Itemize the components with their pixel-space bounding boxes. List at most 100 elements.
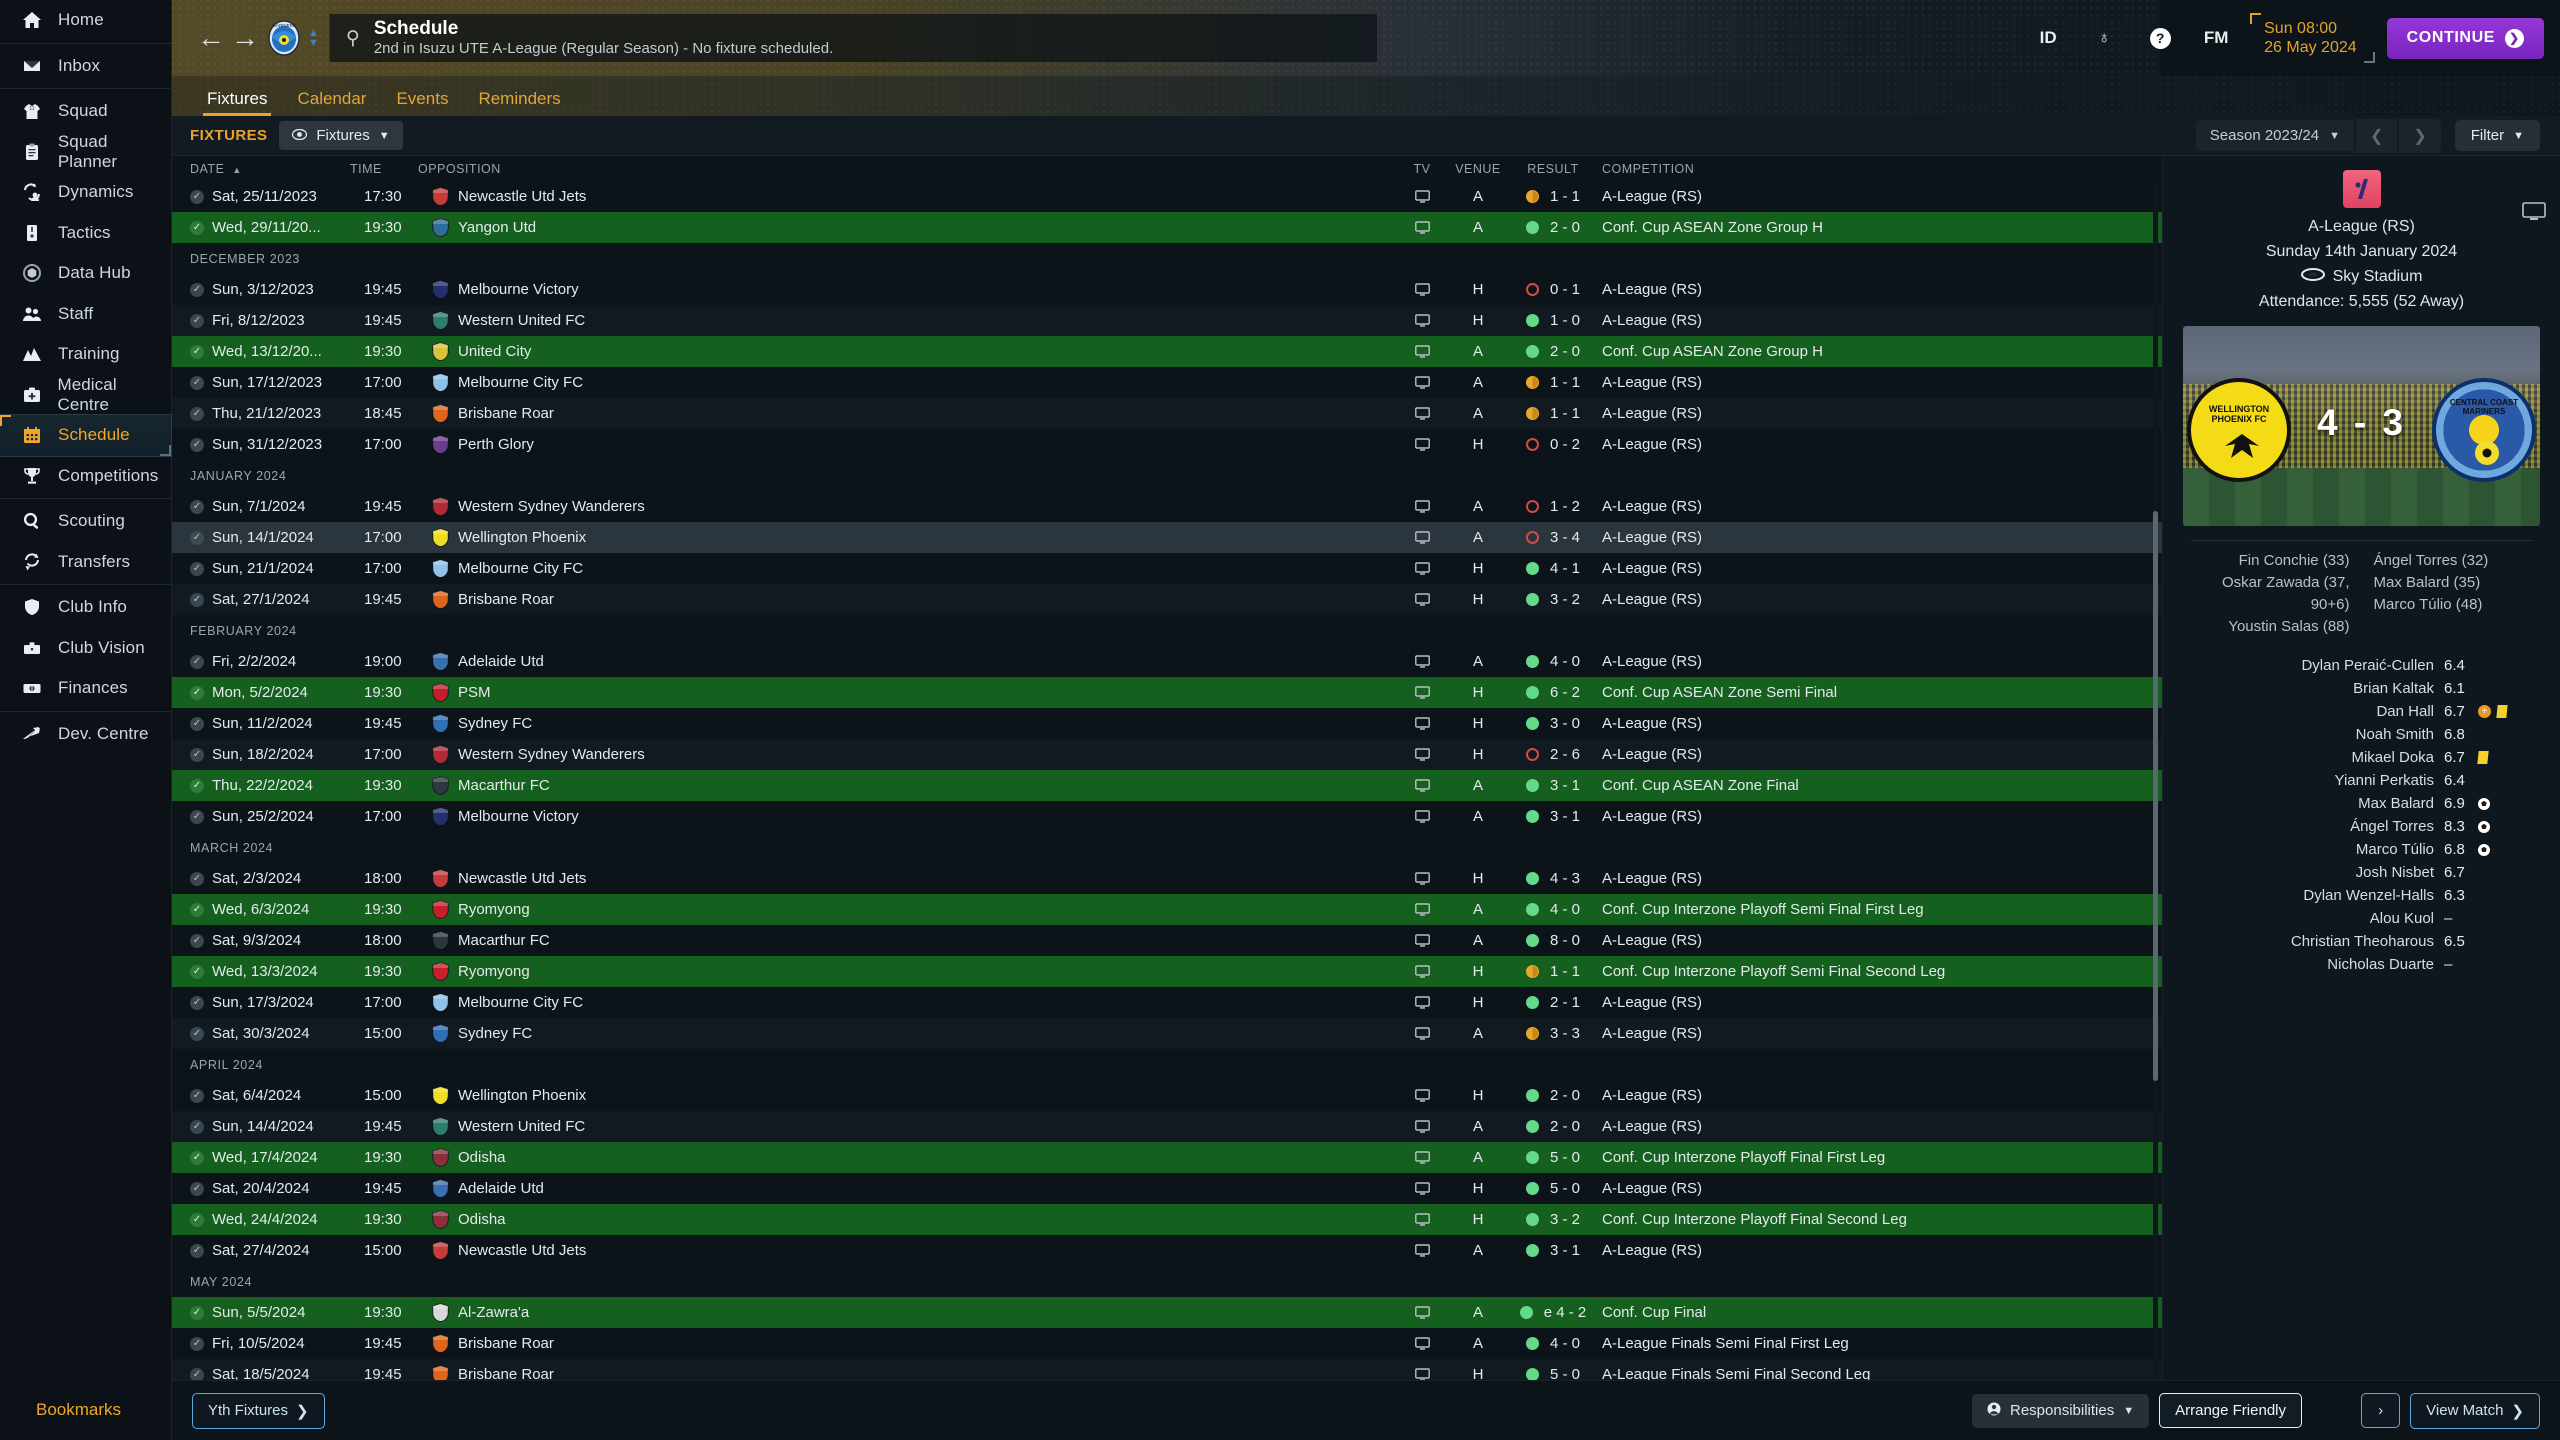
forward-arrow-icon[interactable]: →	[228, 24, 262, 52]
fixture-opposition[interactable]: Ryomyong	[432, 962, 1392, 981]
player-rating-row[interactable]: Noah Smith 6.8	[2191, 723, 2532, 746]
fixture-opposition[interactable]: Perth Glory	[432, 435, 1392, 454]
globe-icon[interactable]: ♁	[2076, 28, 2132, 48]
fixture-opposition[interactable]: Sydney FC	[432, 1024, 1392, 1043]
player-rating-row[interactable]: Ángel Torres 8.3	[2191, 815, 2532, 838]
fixture-opposition[interactable]: Newcastle Utd Jets	[432, 1241, 1392, 1260]
table-row[interactable]: ✓ Wed, 17/4/2024 19:30 Odisha A 5 - 0 Conf. Cu…	[172, 1142, 2162, 1173]
table-row[interactable]: ✓ Sun, 17/3/2024 17:00 Melbourne City FC H 2 …	[172, 987, 2162, 1018]
player-rating-row[interactable]: Max Balard 6.9	[2191, 792, 2532, 815]
fixture-opposition[interactable]: Western United FC	[432, 1117, 1392, 1136]
sidebar-item-home[interactable]: Home	[0, 0, 171, 41]
view-selector[interactable]: Fixtures ▼	[279, 121, 403, 150]
sidebar-item-competitions[interactable]: Competitions	[0, 456, 171, 497]
table-row[interactable]: ✓ Sat, 20/4/2024 19:45 Adelaide Utd H 5 - 0 A-…	[172, 1173, 2162, 1204]
fixture-opposition[interactable]: Melbourne Victory	[432, 807, 1392, 826]
table-row[interactable]: ✓ Sun, 14/1/2024 17:00 Wellington Phoenix A 3…	[172, 522, 2162, 553]
col-header-time[interactable]: TIME	[350, 162, 418, 176]
fixture-opposition[interactable]: Melbourne City FC	[432, 373, 1392, 392]
sidebar-item-squad[interactable]: 11 Squad	[0, 91, 171, 132]
fixture-opposition[interactable]: Brisbane Roar	[432, 590, 1392, 609]
player-rating-row[interactable]: Mikael Doka 6.7	[2191, 746, 2532, 769]
fixture-opposition[interactable]: Brisbane Roar	[432, 404, 1392, 423]
player-rating-row[interactable]: Josh Nisbet 6.7	[2191, 861, 2532, 884]
fixture-opposition[interactable]: Western United FC	[432, 311, 1392, 330]
sidebar-item-scouting[interactable]: Scouting	[0, 501, 171, 542]
fixture-opposition[interactable]: Newcastle Utd Jets	[432, 187, 1392, 206]
table-row[interactable]: ✓ Thu, 22/2/2024 19:30 Macarthur FC A 3 - 1 Co…	[172, 770, 2162, 801]
fixture-opposition[interactable]: Wellington Phoenix	[432, 528, 1392, 547]
fixture-opposition[interactable]: Al-Zawra'a	[432, 1303, 1392, 1322]
table-row[interactable]: ✓ Mon, 5/2/2024 19:30 PSM H 6 - 2 Conf. Cup AS…	[172, 677, 2162, 708]
fixture-opposition[interactable]: Adelaide Utd	[432, 1179, 1392, 1198]
table-row[interactable]: ✓ Wed, 13/12/20... 19:30 United City A 2 - 0 C…	[172, 336, 2162, 367]
fm-icon[interactable]: FM	[2188, 28, 2244, 48]
scrollbar-thumb[interactable]	[2153, 511, 2158, 1081]
table-row[interactable]: ✓ Wed, 24/4/2024 19:30 Odisha H 3 - 2 Conf. Cu…	[172, 1204, 2162, 1235]
table-row[interactable]: ✓ Sat, 9/3/2024 18:00 Macarthur FC A 8 - 0 A-L…	[172, 925, 2162, 956]
tab-calendar[interactable]: Calendar	[297, 89, 366, 116]
table-row[interactable]: ✓ Sun, 5/5/2024 19:30 Al-Zawra'a Ae 4 - 2 Con…	[172, 1297, 2162, 1328]
table-row[interactable]: ✓ Wed, 29/11/20... 19:30 Yangon Utd A 2 - 0 Co…	[172, 212, 2162, 243]
col-header-tv[interactable]: TV	[1392, 162, 1452, 176]
player-rating-row[interactable]: Dylan Peraić-Cullen 6.4	[2191, 654, 2532, 677]
table-row[interactable]: ✓ Fri, 2/2/2024 19:00 Adelaide Utd A 4 - 0 A-L…	[172, 646, 2162, 677]
fixture-opposition[interactable]: PSM	[432, 683, 1392, 702]
table-row[interactable]: ✓ Sat, 2/3/2024 18:00 Newcastle Utd Jets H 4 …	[172, 863, 2162, 894]
fixture-opposition[interactable]: Melbourne City FC	[432, 559, 1392, 578]
fixture-opposition[interactable]: Western Sydney Wanderers	[432, 745, 1392, 764]
table-row[interactable]: ✓ Sun, 3/12/2023 19:45 Melbourne Victory H 0 …	[172, 274, 2162, 305]
season-selector[interactable]: Season 2023/24 ▼	[2195, 120, 2354, 151]
club-switch-icon[interactable]: ▲ ▼	[308, 28, 319, 49]
table-row[interactable]: ✓ Fri, 8/12/2023 19:45 Western United FC H 1 …	[172, 305, 2162, 336]
table-row[interactable]: ✓ Wed, 6/3/2024 19:30 Ryomyong A 4 - 0 Conf. C…	[172, 894, 2162, 925]
search-icon[interactable]: ⚲	[346, 27, 360, 50]
player-rating-row[interactable]: Brian Kaltak 6.1	[2191, 677, 2532, 700]
col-header-venue[interactable]: VENUE	[1452, 162, 1504, 176]
club-crest-icon[interactable]: MARINERS	[266, 19, 302, 57]
sidebar-item-squad-planner[interactable]: Squad Planner	[0, 132, 171, 173]
sidebar-item-dynamics[interactable]: Dynamics	[0, 172, 171, 213]
col-header-competition[interactable]: COMPETITION	[1602, 162, 2162, 176]
table-row[interactable]: ✓ Sun, 21/1/2024 17:00 Melbourne City FC H 4 …	[172, 553, 2162, 584]
table-row[interactable]: ✓ Sat, 27/1/2024 19:45 Brisbane Roar H 3 - 2 A…	[172, 584, 2162, 615]
match-hero-image[interactable]: WELLINGTON PHOENIX FC CENTRAL COAST MARI…	[2183, 326, 2540, 526]
player-rating-row[interactable]: Dylan Wenzel-Halls 6.3	[2191, 884, 2532, 907]
player-rating-row[interactable]: Christian Theoharous 6.5	[2191, 930, 2532, 953]
fixture-opposition[interactable]: Ryomyong	[432, 900, 1392, 919]
col-header-date[interactable]: DATE ▲	[190, 162, 350, 176]
player-rating-row[interactable]: Alou Kuol –	[2191, 907, 2532, 930]
fixture-opposition[interactable]: Adelaide Utd	[432, 652, 1392, 671]
sidebar-item-dev-centre[interactable]: Dev. Centre	[0, 714, 171, 755]
table-row[interactable]: ✓ Sat, 30/3/2024 15:00 Sydney FC A 3 - 3 A-Lea…	[172, 1018, 2162, 1049]
fixture-opposition[interactable]: Melbourne City FC	[432, 993, 1392, 1012]
id-icon[interactable]: ID	[2020, 28, 2076, 48]
tab-reminders[interactable]: Reminders	[478, 89, 560, 116]
continue-button[interactable]: CONTINUE ❯	[2386, 17, 2544, 59]
sidebar-item-finances[interactable]: Finances	[0, 668, 171, 709]
sidebar-item-inbox[interactable]: Inbox	[0, 46, 171, 87]
fixture-opposition[interactable]: Western Sydney Wanderers	[432, 497, 1392, 516]
table-row[interactable]: ✓ Sun, 31/12/2023 17:00 Perth Glory H 0 - 2 A-…	[172, 429, 2162, 460]
sidebar-item-club-vision[interactable]: Club Vision	[0, 628, 171, 669]
table-row[interactable]: ✓ Sun, 17/12/2023 17:00 Melbourne City FC A 1…	[172, 367, 2162, 398]
table-row[interactable]: ✓ Sun, 25/2/2024 17:00 Melbourne Victory A 3 …	[172, 801, 2162, 832]
sidebar-item-transfers[interactable]: Transfers	[0, 542, 171, 583]
fixture-opposition[interactable]: Odisha	[432, 1210, 1392, 1229]
fixture-opposition[interactable]: Newcastle Utd Jets	[432, 869, 1392, 888]
fixture-opposition[interactable]: United City	[432, 342, 1392, 361]
back-arrow-icon[interactable]: ←	[194, 24, 228, 52]
sidebar-item-tactics[interactable]: Tactics	[0, 213, 171, 254]
table-row[interactable]: ✓ Sat, 25/11/2023 17:30 Newcastle Utd Jets A…	[172, 181, 2162, 212]
fixture-opposition[interactable]: Melbourne Victory	[432, 280, 1392, 299]
fixture-opposition[interactable]: Brisbane Roar	[432, 1334, 1392, 1353]
table-row[interactable]: ✓ Sun, 18/2/2024 17:00 Western Sydney Wande…	[172, 739, 2162, 770]
next-match-button[interactable]: ›	[2361, 1393, 2401, 1428]
tab-fixtures[interactable]: Fixtures	[202, 89, 272, 116]
table-row[interactable]: ✓ Sat, 6/4/2024 15:00 Wellington Phoenix H 2 …	[172, 1080, 2162, 1111]
col-header-result[interactable]: RESULT	[1504, 162, 1602, 176]
player-rating-row[interactable]: Yianni Perkatis 6.4	[2191, 769, 2532, 792]
tab-events[interactable]: Events	[396, 89, 448, 116]
next-season-button[interactable]: ❯	[2399, 118, 2441, 153]
table-row[interactable]: ✓ Sun, 7/1/2024 19:45 Western Sydney Wander…	[172, 491, 2162, 522]
